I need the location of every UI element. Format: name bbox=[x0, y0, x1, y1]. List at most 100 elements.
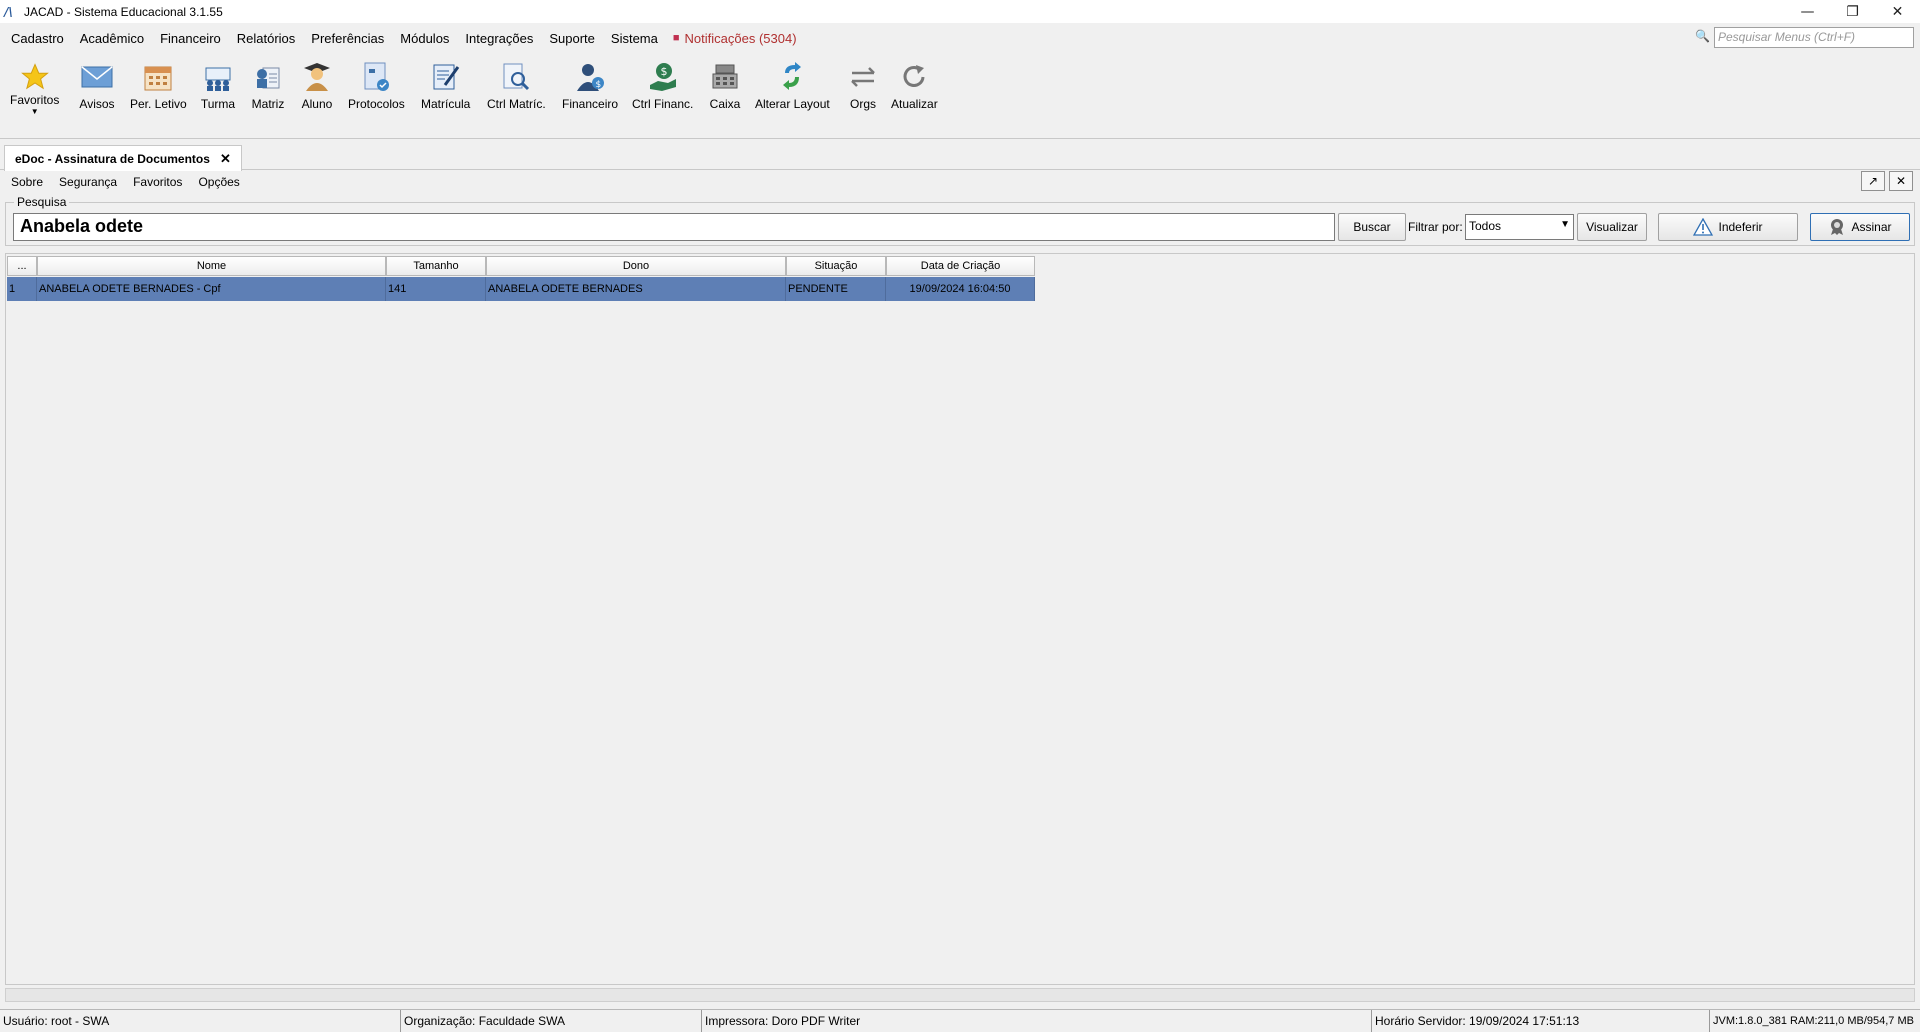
horizontal-scrollbar[interactable] bbox=[5, 988, 1915, 1002]
toolbar-label: Matrícula bbox=[421, 97, 471, 111]
menu-suporte[interactable]: Suporte bbox=[549, 31, 595, 46]
restore-button[interactable]: ❐ bbox=[1830, 0, 1875, 23]
status-jvm: JVM:1.8.0_381 RAM:211,0 MB/954,7 MB bbox=[1713, 1015, 1914, 1027]
refresh-icon bbox=[896, 59, 932, 95]
toolbar-per-letivo[interactable]: Per. Letivo bbox=[130, 59, 187, 111]
indeferir-button[interactable]: Indeferir bbox=[1658, 213, 1798, 241]
close-window-button[interactable]: ✕ bbox=[1875, 0, 1920, 23]
notifications-menu[interactable]: ■ Notificações (5304) bbox=[673, 31, 797, 46]
menu-relatorios[interactable]: Relatórios bbox=[237, 31, 296, 46]
menu-financeiro[interactable]: Financeiro bbox=[160, 31, 221, 46]
money-hand-icon: $ bbox=[645, 59, 681, 95]
menu-search-input[interactable]: Pesquisar Menus (Ctrl+F) bbox=[1714, 27, 1914, 48]
cell-dono: ANABELA ODETE BERNADES bbox=[486, 277, 786, 301]
menu-bar: Cadastro Acadêmico Financeiro Relatórios… bbox=[0, 23, 1920, 53]
column-header-dono[interactable]: Dono bbox=[486, 256, 786, 276]
toolbar: Favoritos ▼ Avisos Per. Letivo Turma Mat… bbox=[0, 53, 1920, 139]
submenu-seguranca[interactable]: Segurança bbox=[59, 175, 117, 189]
status-organizacao: Organização: Faculdade SWA bbox=[401, 1010, 702, 1032]
toolbar-matricula[interactable]: Matrícula bbox=[421, 59, 470, 111]
protocol-icon bbox=[358, 59, 394, 95]
toolbar-label: Ctrl Matríc. bbox=[487, 97, 546, 111]
detach-window-icon[interactable]: ↗ bbox=[1861, 171, 1885, 191]
title-bar: /\ JACAD - Sistema Educacional 3.1.55 — … bbox=[0, 0, 1920, 23]
toolbar-ctrl-financ[interactable]: $ Ctrl Financ. bbox=[632, 59, 693, 111]
menu-cadastro[interactable]: Cadastro bbox=[11, 31, 64, 46]
tab-edoc[interactable]: eDoc - Assinatura de Documentos ✕ bbox=[4, 145, 242, 171]
svg-text:$: $ bbox=[660, 65, 667, 78]
assinar-button[interactable]: Assinar bbox=[1810, 213, 1910, 241]
toolbar-aluno[interactable]: Aluno bbox=[299, 59, 335, 111]
group-icon bbox=[200, 59, 236, 95]
chevron-down-icon: ▼ bbox=[30, 107, 39, 116]
finance-person-icon: $ bbox=[572, 59, 608, 95]
notifications-label: Notificações (5304) bbox=[684, 30, 797, 46]
toolbar-label: Avisos bbox=[79, 97, 115, 111]
toolbar-label: Favoritos bbox=[10, 93, 60, 107]
submenu-sobre[interactable]: Sobre bbox=[11, 175, 43, 189]
seal-icon bbox=[1831, 219, 1844, 235]
search-icon: 🔍 bbox=[1695, 29, 1710, 43]
toolbar-favoritos[interactable]: Favoritos ▼ bbox=[10, 59, 59, 116]
toolbar-protocolos[interactable]: Protocolos bbox=[348, 59, 405, 111]
assinar-label: Assinar bbox=[1851, 220, 1892, 234]
student-icon bbox=[299, 59, 335, 95]
toolbar-alterar-layout[interactable]: Alterar Layout bbox=[755, 59, 830, 111]
filter-value: Todos bbox=[1469, 219, 1502, 233]
menu-academico[interactable]: Acadêmico bbox=[80, 31, 144, 46]
column-header-index[interactable]: ... bbox=[7, 256, 37, 276]
buscar-button[interactable]: Buscar bbox=[1338, 213, 1406, 241]
toolbar-matriz[interactable]: Matriz bbox=[250, 59, 286, 111]
app-logo-icon: /\ bbox=[4, 4, 13, 19]
cell-index: 1 bbox=[7, 277, 37, 301]
visualizar-button[interactable]: Visualizar bbox=[1577, 213, 1647, 241]
menu-preferencias[interactable]: Preferências bbox=[311, 31, 384, 46]
minimize-button[interactable]: — bbox=[1785, 0, 1830, 23]
column-header-data[interactable]: Data de Criação bbox=[886, 256, 1035, 276]
chevron-down-icon: ▼ bbox=[1560, 219, 1570, 230]
column-header-nome[interactable]: Nome bbox=[37, 256, 386, 276]
filter-select[interactable]: Todos ▼ bbox=[1465, 214, 1574, 240]
toolbar-atualizar[interactable]: Atualizar bbox=[891, 59, 938, 111]
toolbar-label: Per. Letivo bbox=[130, 97, 187, 111]
matrix-icon bbox=[250, 59, 286, 95]
toolbar-label: Orgs bbox=[849, 97, 876, 111]
menu-modulos[interactable]: Módulos bbox=[400, 31, 449, 46]
indeferir-label: Indeferir bbox=[1718, 220, 1763, 234]
submenu-favoritos[interactable]: Favoritos bbox=[133, 175, 182, 189]
toolbar-financeiro[interactable]: $ Financeiro bbox=[562, 59, 618, 111]
table-row[interactable]: 1 ANABELA ODETE BERNADES - Cpf 141 ANABE… bbox=[7, 277, 1035, 301]
toolbar-label: Turma bbox=[200, 97, 236, 111]
filter-label: Filtrar por: bbox=[1408, 220, 1463, 234]
search-input[interactable]: Anabela odete bbox=[13, 213, 1335, 241]
toolbar-label: Financeiro bbox=[562, 97, 619, 111]
toolbar-label: Ctrl Financ. bbox=[632, 97, 694, 111]
cell-nome: ANABELA ODETE BERNADES - Cpf bbox=[37, 277, 386, 301]
submenu-opcoes[interactable]: Opções bbox=[198, 175, 239, 189]
status-bar: Usuário: root - SWA Organização: Faculda… bbox=[0, 1009, 1920, 1032]
toolbar-turma[interactable]: Turma bbox=[200, 59, 236, 111]
swap-arrows-icon bbox=[845, 59, 881, 95]
status-horario: Horário Servidor: 19/09/2024 17:51:13 bbox=[1372, 1010, 1710, 1032]
column-header-situacao[interactable]: Situação bbox=[786, 256, 886, 276]
toolbar-label: Protocolos bbox=[348, 97, 405, 111]
column-header-tamanho[interactable]: Tamanho bbox=[386, 256, 486, 276]
close-icon[interactable]: ✕ bbox=[220, 151, 231, 167]
table-header: ... Nome Tamanho Dono Situação Data de C… bbox=[7, 256, 1035, 276]
toolbar-orgs[interactable]: Orgs bbox=[845, 59, 881, 111]
toolbar-ctrl-matric[interactable]: Ctrl Matríc. bbox=[487, 59, 546, 111]
close-panel-icon[interactable]: ✕ bbox=[1889, 171, 1913, 191]
toolbar-label: Caixa bbox=[709, 97, 741, 111]
menu-sistema[interactable]: Sistema bbox=[611, 31, 658, 46]
cell-tamanho: 141 bbox=[386, 277, 486, 301]
module-menu-bar: Sobre Segurança Favoritos Opções bbox=[0, 171, 1920, 193]
status-impressora: Impressora: Doro PDF Writer bbox=[702, 1010, 1372, 1032]
tab-label: eDoc - Assinatura de Documentos bbox=[15, 151, 210, 166]
layout-swap-icon bbox=[774, 59, 810, 95]
toolbar-caixa[interactable]: Caixa bbox=[707, 59, 743, 111]
warning-icon bbox=[1693, 218, 1714, 236]
status-usuario: Usuário: root - SWA bbox=[0, 1010, 401, 1032]
toolbar-label: Alterar Layout bbox=[755, 97, 830, 111]
toolbar-avisos[interactable]: Avisos bbox=[79, 59, 115, 111]
menu-integracoes[interactable]: Integrações bbox=[465, 31, 533, 46]
